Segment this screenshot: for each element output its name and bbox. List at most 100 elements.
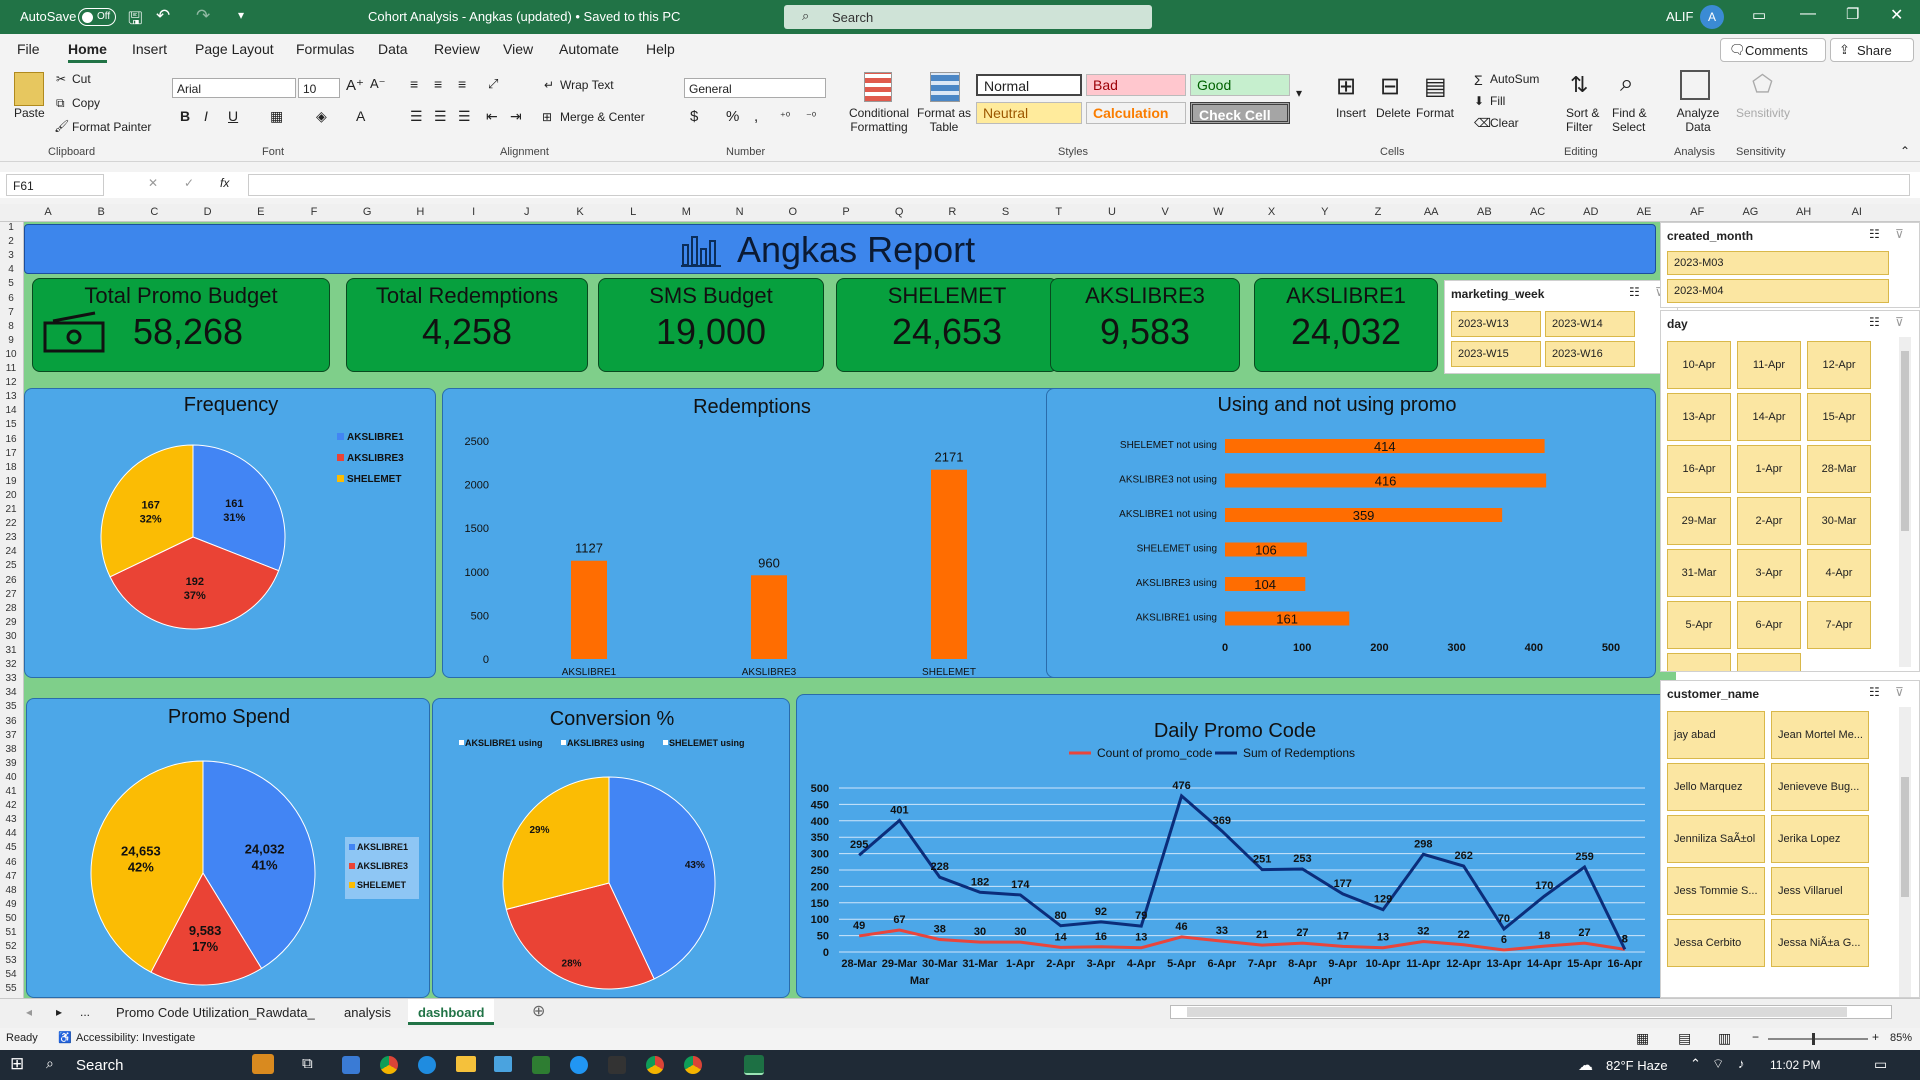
row-header[interactable]: 3	[0, 250, 22, 261]
cancel-formula-icon[interactable]: ✕	[148, 176, 158, 190]
slicer-item[interactable]: 7-Apr	[1807, 601, 1871, 649]
row-header[interactable]: 1	[0, 222, 22, 233]
slicer-item[interactable]: Jessa NiÃ±a G...	[1771, 919, 1869, 967]
row-header[interactable]: 2	[0, 236, 22, 247]
enter-formula-icon[interactable]: ✓	[184, 176, 194, 190]
align-bottom-icon[interactable]: ≡	[458, 76, 466, 92]
search-box[interactable]: ⌕ Search	[784, 5, 1152, 29]
add-sheet-icon[interactable]: ⊕	[532, 1001, 545, 1021]
sort-filter-button[interactable]: Sort & Filter	[1566, 106, 1610, 134]
slicer-item[interactable]: Jessa Cerbito	[1667, 919, 1765, 967]
slicer-item[interactable]: 2023-W14	[1545, 311, 1635, 337]
style-normal[interactable]: Normal	[976, 74, 1082, 96]
tab-data[interactable]: Data	[378, 41, 408, 57]
formula-input[interactable]	[248, 174, 1910, 196]
column-header[interactable]: AB	[1474, 206, 1494, 218]
accessibility-status[interactable]: Accessibility: Investigate	[76, 1032, 195, 1044]
tab-review[interactable]: Review	[434, 41, 480, 57]
customize-qat-icon[interactable]: ▾	[238, 8, 244, 22]
row-header[interactable]: 14	[0, 405, 22, 416]
row-header[interactable]: 23	[0, 532, 22, 543]
row-header[interactable]: 15	[0, 419, 22, 430]
column-header[interactable]: O	[783, 206, 803, 218]
find-select-icon[interactable]: ⌕	[1620, 70, 1633, 98]
row-header[interactable]: 45	[0, 842, 22, 853]
slicer-item[interactable]: 2023-M03	[1667, 251, 1889, 275]
taskbar-search-icon[interactable]: ⌕	[46, 1055, 54, 1072]
column-header[interactable]: U	[1102, 206, 1122, 218]
column-header[interactable]: P	[836, 206, 856, 218]
style-bad[interactable]: Bad	[1086, 74, 1186, 96]
tab-formulas[interactable]: Formulas	[296, 41, 354, 57]
notification-icon[interactable]: ▭	[1874, 1056, 1887, 1073]
column-header[interactable]: X	[1262, 206, 1282, 218]
column-header[interactable]: C	[144, 206, 164, 218]
slicer-scrollbar[interactable]	[1899, 707, 1911, 997]
row-header[interactable]: 38	[0, 744, 22, 755]
user-name[interactable]: ALIF	[1666, 9, 1693, 24]
slicer-item[interactable]: 12-Apr	[1807, 341, 1871, 389]
column-header[interactable]: L	[623, 206, 643, 218]
app-icon[interactable]	[570, 1056, 588, 1074]
style-neutral[interactable]: Neutral	[976, 102, 1082, 124]
slicer-item[interactable]: 31-Mar	[1667, 549, 1731, 597]
insert-cells-button[interactable]: Insert	[1336, 106, 1366, 120]
chart-conversion[interactable]: Conversion % AKSLIBRE1 using AKSLIBRE3 usi…	[432, 698, 790, 998]
clear-filter-icon[interactable]: ⊽	[1895, 315, 1904, 329]
align-top-icon[interactable]: ≡	[410, 76, 418, 92]
document-title[interactable]: Cohort Analysis - Angkas (updated) • Sav…	[368, 9, 680, 24]
currency-icon[interactable]: $	[690, 108, 698, 125]
row-header[interactable]: 50	[0, 913, 22, 924]
slicer-item[interactable]: 2023-W13	[1451, 311, 1541, 337]
row-header[interactable]: 26	[0, 575, 22, 586]
column-header[interactable]: AG	[1740, 206, 1760, 218]
slicer-item[interactable]: 16-Apr	[1667, 445, 1731, 493]
row-header[interactable]: 12	[0, 377, 22, 388]
sensitivity-icon[interactable]: ⬠	[1752, 70, 1773, 99]
row-header[interactable]: 27	[0, 589, 22, 600]
underline-icon[interactable]: U	[228, 108, 238, 124]
row-header[interactable]: 53	[0, 955, 22, 966]
zoom-in-icon[interactable]: +	[1872, 1030, 1879, 1044]
column-header[interactable]: Y	[1315, 206, 1335, 218]
column-header[interactable]: AF	[1687, 206, 1707, 218]
column-header[interactable]: AC	[1528, 206, 1548, 218]
chart-frequency[interactable]: Frequency 161 31% 192 37% 167 32% AKSLIBRE1 AKSL…	[24, 388, 436, 678]
row-header[interactable]: 32	[0, 659, 22, 670]
prev-sheet-icon[interactable]: ◂	[26, 1005, 32, 1019]
increase-font-icon[interactable]: A⁺	[346, 76, 364, 94]
delete-cells-icon[interactable]: ⊟	[1380, 72, 1400, 101]
delete-cells-button[interactable]: Delete	[1376, 106, 1411, 120]
wrap-text-button[interactable]: Wrap Text	[560, 78, 614, 92]
mail-icon[interactable]	[494, 1056, 512, 1072]
format-painter-button[interactable]: Format Painter	[72, 120, 151, 134]
row-header[interactable]: 29	[0, 617, 22, 628]
slicer-item[interactable]: 2023-W15	[1451, 341, 1541, 367]
column-header[interactable]: E	[251, 206, 271, 218]
row-header[interactable]: 30	[0, 631, 22, 642]
restore-icon[interactable]: ❐	[1846, 5, 1859, 23]
chrome-icon[interactable]	[684, 1056, 702, 1074]
column-header[interactable]: AH	[1794, 206, 1814, 218]
row-header[interactable]: 25	[0, 560, 22, 571]
clear-button[interactable]: Clear	[1490, 116, 1519, 130]
row-header[interactable]: 8	[0, 321, 22, 332]
clear-filter-icon[interactable]: ⊽	[1895, 685, 1904, 699]
slicer-item[interactable]: 5-Apr	[1667, 601, 1731, 649]
number-format-select[interactable]: General	[684, 78, 826, 98]
next-sheet-icon[interactable]: ▸	[56, 1005, 62, 1019]
sheet-tab-dashboard[interactable]: dashboard	[408, 999, 495, 1025]
tab-automate[interactable]: Automate	[559, 41, 619, 57]
find-select-button[interactable]: Find & Select	[1612, 106, 1656, 134]
multi-select-icon[interactable]: ☷	[1869, 315, 1880, 329]
insert-cells-icon[interactable]: ⊞	[1336, 72, 1356, 101]
row-header[interactable]: 44	[0, 828, 22, 839]
taskbar-search[interactable]: Search	[76, 1057, 124, 1074]
zoom-out-icon[interactable]: −	[1752, 1030, 1759, 1044]
file-explorer-icon[interactable]	[456, 1056, 476, 1072]
redo-icon[interactable]: ↷	[196, 6, 210, 26]
column-header[interactable]: R	[942, 206, 962, 218]
column-header[interactable]: W	[1208, 206, 1228, 218]
font-color-icon[interactable]: A	[356, 108, 365, 124]
format-cells-button[interactable]: Format	[1416, 106, 1454, 120]
